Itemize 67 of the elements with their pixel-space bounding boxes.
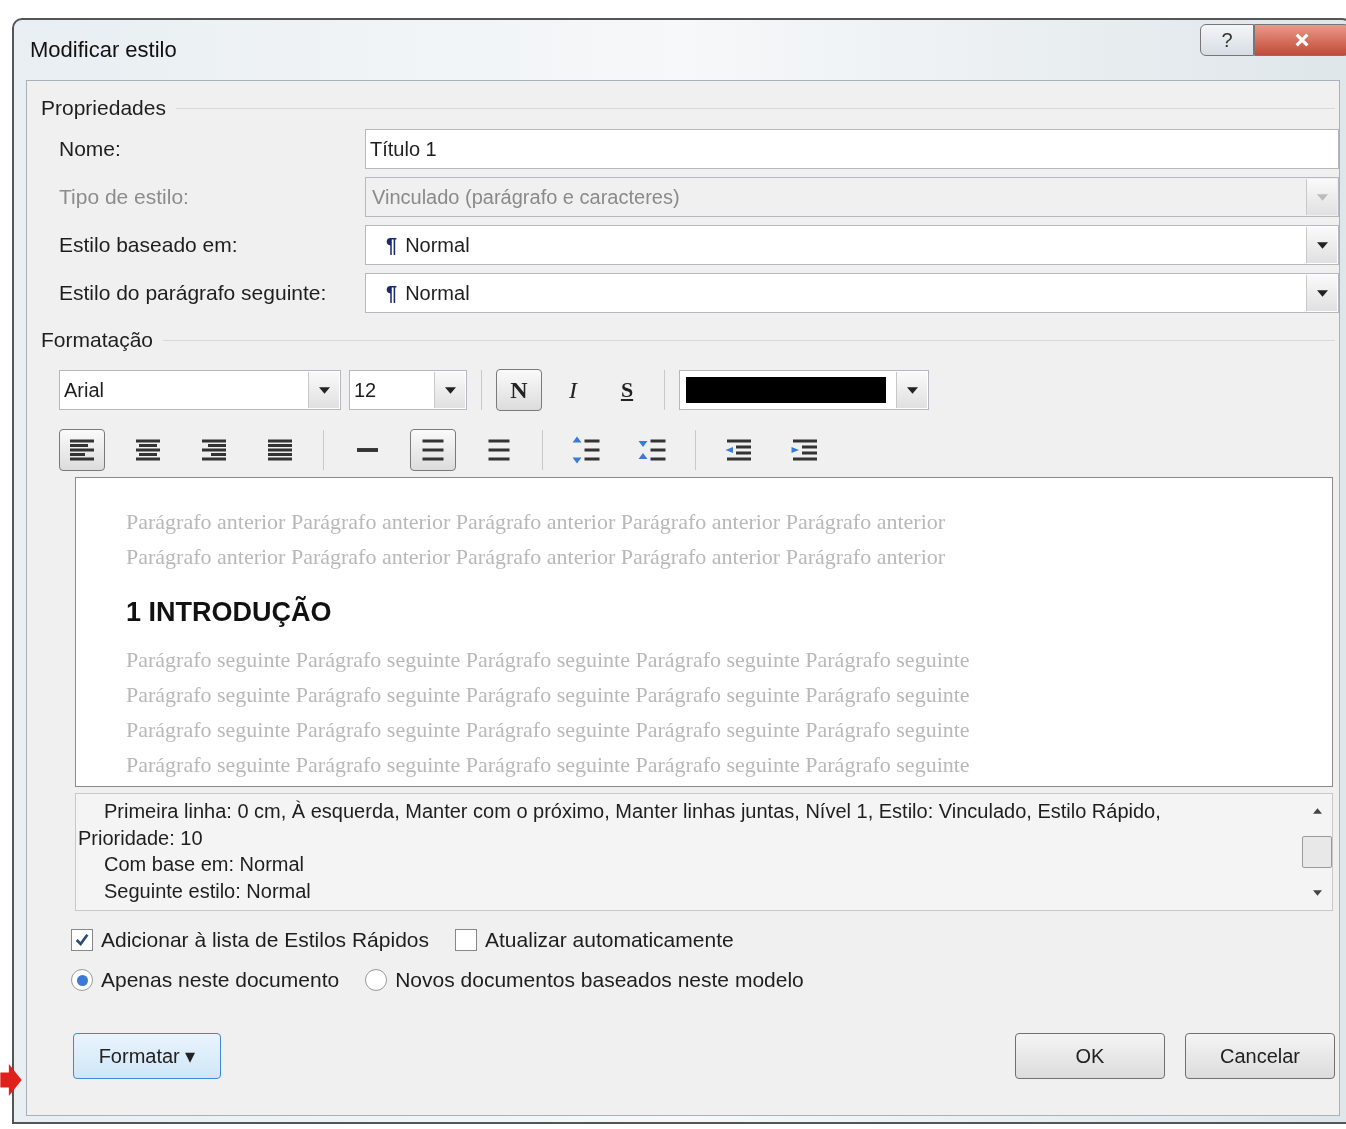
dropdown-value: Normal bbox=[405, 233, 470, 257]
preview-text: Parágrafo seguinte Parágrafo seguinte Parágrafo seguinte Parágrafo seguinte Parágrafo seguinte bbox=[126, 751, 971, 779]
help-button[interactable]: ? bbox=[1200, 24, 1254, 56]
radio-label: Novos documentos baseados neste modelo bbox=[395, 968, 804, 992]
color-dropdown[interactable] bbox=[679, 370, 929, 410]
caret-icon bbox=[1316, 193, 1328, 201]
dropdown-value: Normal bbox=[405, 281, 470, 305]
group-heading: Formatação bbox=[41, 328, 154, 352]
arrow-icon bbox=[0, 1064, 22, 1096]
checkbox-label: Adicionar à lista de Estilos Rápidos bbox=[101, 928, 429, 952]
style-dropdown[interactable]: ¶ Normal bbox=[365, 225, 1339, 265]
caret-icon bbox=[444, 386, 456, 394]
one-half-spacing-button[interactable] bbox=[410, 429, 456, 471]
paragraph-mark: ¶ bbox=[386, 233, 398, 257]
close-button[interactable] bbox=[1254, 24, 1346, 56]
field-label: Estilo baseado em: bbox=[59, 233, 239, 257]
dropdown-arrow-button[interactable] bbox=[434, 372, 465, 408]
radio-button[interactable] bbox=[365, 969, 388, 991]
check-icon bbox=[74, 932, 90, 948]
scroll-thumb[interactable] bbox=[1302, 836, 1332, 868]
align-left-button[interactable] bbox=[59, 429, 105, 471]
bold-button[interactable]: N bbox=[496, 369, 542, 411]
preview-text: Parágrafo seguinte Parágrafo seguinte Parágrafo seguinte Parágrafo seguinte Parágrafo seguinte bbox=[126, 681, 971, 709]
underline-button[interactable]: S bbox=[604, 369, 650, 411]
dropdown-arrow-button[interactable] bbox=[896, 372, 927, 408]
group-heading: Propriedades bbox=[41, 96, 166, 120]
description-text: Primeira linha: 0 cm, À esquerda, Manter com o próximo, Manter linhas juntas, Nível 1, Estilo: Vinculado, Estilo Rápido, Prioridade: 10 bbox=[78, 799, 1162, 851]
name-field[interactable]: Título 1 bbox=[365, 129, 1339, 169]
preview-heading: 1 INTRODUÇÃO bbox=[126, 595, 333, 629]
dropdown-arrow-button[interactable] bbox=[1306, 227, 1337, 263]
preview-text: Parágrafo anterior Parágrafo anterior Parágrafo anterior Parágrafo anterior Parágrafo anterior bbox=[126, 508, 947, 536]
caret-icon bbox=[906, 386, 918, 394]
radio-button[interactable] bbox=[71, 969, 93, 991]
single-spacing-icon bbox=[356, 447, 378, 453]
field-label: Nome: bbox=[59, 137, 122, 161]
dropdown-value: Arial bbox=[64, 378, 104, 402]
scroll-up-icon[interactable] bbox=[1312, 808, 1322, 814]
description-text: Com base em: Normal bbox=[103, 852, 306, 877]
field-label: Tipo de estilo: bbox=[59, 185, 190, 209]
preview-text: Parágrafo anterior Parágrafo anterior Parágrafo anterior Parágrafo anterior Parágrafo anterior bbox=[126, 543, 947, 571]
cancel-button[interactable]: Cancelar bbox=[1185, 1033, 1335, 1079]
paragraph-mark: ¶ bbox=[386, 281, 398, 305]
scroll-down-icon[interactable] bbox=[1312, 890, 1322, 896]
radio-label: Apenas neste documento bbox=[101, 968, 340, 992]
ok-button[interactable]: OK bbox=[1015, 1033, 1165, 1079]
caret-icon bbox=[318, 386, 330, 394]
close-icon bbox=[1294, 32, 1310, 48]
caret-icon bbox=[1316, 241, 1328, 249]
description-text: Seguinte estilo: Normal bbox=[103, 878, 312, 904]
dropdown-arrow-button[interactable] bbox=[308, 372, 339, 408]
caret-icon bbox=[1316, 289, 1328, 297]
dropdown-arrow-button[interactable] bbox=[1306, 275, 1337, 311]
spacing-increase-icon bbox=[571, 435, 601, 465]
preview-text: Parágrafo seguinte Parágrafo seguinte Parágrafo seguinte Parágrafo seguinte Parágrafo seguinte bbox=[126, 716, 971, 744]
style-dropdown[interactable]: ¶ Normal bbox=[365, 273, 1339, 313]
preview-text: Parágrafo seguinte Parágrafo seguinte Parágrafo seguinte Parágrafo seguinte Parágrafo seguinte bbox=[126, 646, 971, 674]
format-button[interactable]: Formatar ▾ bbox=[73, 1033, 221, 1079]
dropdown-value: 12 bbox=[354, 378, 377, 402]
field-label: Estilo do parágrafo seguinte: bbox=[59, 281, 328, 305]
checkbox[interactable] bbox=[71, 929, 93, 951]
italic-button[interactable]: I bbox=[550, 369, 596, 411]
dropdown-value: Vinculado (parágrafo e caracteres) bbox=[372, 185, 680, 209]
size-dropdown[interactable]: 12 bbox=[349, 370, 467, 410]
checkbox[interactable] bbox=[455, 929, 477, 951]
window-title: Modificar estilo bbox=[30, 37, 177, 63]
font-dropdown[interactable]: Arial bbox=[59, 370, 341, 410]
checkbox-label: Atualizar automaticamente bbox=[485, 928, 734, 952]
